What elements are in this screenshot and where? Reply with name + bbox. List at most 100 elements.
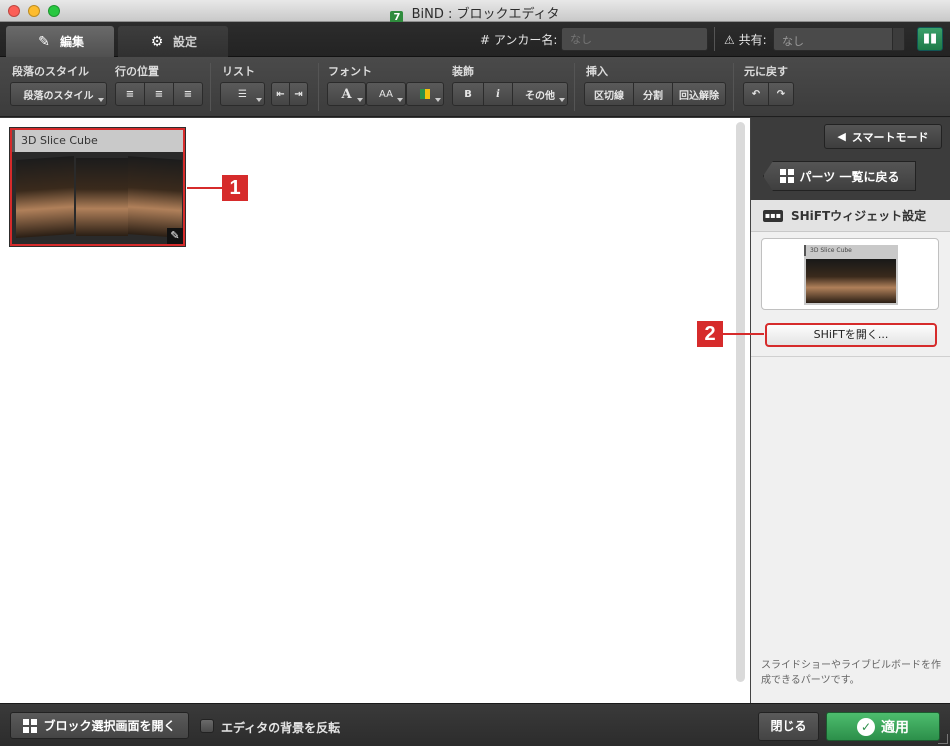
open-block-select-label: ブロック選択画面を開く bbox=[43, 719, 176, 733]
share-select-value: なし bbox=[782, 35, 804, 48]
outdent-icon: ⇤ bbox=[276, 88, 285, 100]
widget-settings-icon[interactable]: ✎ bbox=[167, 228, 183, 244]
outdent-button[interactable]: ⇤ bbox=[271, 82, 290, 106]
font-size-label: AA bbox=[379, 88, 393, 100]
right-panel: ◀ スマートモード パーツ 一覧に戻る ▪▪▪ SHiFTウィジェット設定 3D… bbox=[750, 118, 950, 703]
align-center-icon: ≡ bbox=[154, 88, 164, 100]
bottom-bar: ブロック選択画面を開く エディタの背景を反転 閉じる ✓ 適用 bbox=[0, 703, 950, 746]
open-block-select-button[interactable]: ブロック選択画面を開く bbox=[10, 712, 189, 739]
tab-bar-divider bbox=[714, 27, 715, 51]
font-size-dropdown[interactable]: AA bbox=[366, 82, 406, 106]
toolbar-divider bbox=[210, 63, 211, 111]
editor-scrollbar[interactable] bbox=[736, 122, 745, 682]
tab-edit[interactable]: ✎ 編集 bbox=[6, 26, 114, 57]
shift-widget-block[interactable]: 3D Slice Cube ✎ bbox=[9, 127, 186, 247]
widget-description: スライドショーやライブビルボードを作成できるパーツです。 bbox=[761, 660, 941, 686]
editor-canvas[interactable]: 3D Slice Cube ✎ 1 bbox=[0, 118, 750, 703]
share-select[interactable]: なし bbox=[773, 27, 905, 51]
tab-settings-label: 設定 bbox=[172, 35, 197, 49]
resize-grip-icon[interactable] bbox=[938, 734, 948, 744]
widget-title: 3D Slice Cube bbox=[12, 130, 183, 152]
format-toolbar: 段落のスタイル 行の位置 リスト フォント 装飾 挿入 元に戻す 段落のスタイル… bbox=[0, 57, 950, 117]
apply-label: 適用 bbox=[881, 719, 909, 736]
align-center-button[interactable]: ≡ bbox=[144, 82, 174, 106]
align-right-icon: ≡ bbox=[183, 88, 193, 100]
paragraph-style-dropdown[interactable]: 段落のスタイル bbox=[10, 82, 107, 106]
open-shift-button[interactable]: SHiFTを開く... bbox=[765, 323, 937, 347]
smart-mode-label: スマートモード bbox=[851, 130, 929, 144]
group-label-font: フォント bbox=[328, 65, 372, 78]
group-label-list: リスト bbox=[222, 65, 255, 78]
shift-settings-header: ▪▪▪ SHiFTウィジェット設定 bbox=[751, 200, 950, 232]
chevron-down-icon bbox=[256, 98, 262, 102]
callout-badge-1: 1 bbox=[222, 175, 248, 201]
group-label-insert: 挿入 bbox=[586, 65, 608, 78]
callout-badge-2: 2 bbox=[697, 321, 723, 347]
other-decoration-label: その他 bbox=[525, 90, 555, 102]
apply-button[interactable]: ✓ 適用 bbox=[826, 712, 940, 741]
back-to-parts-label: パーツ 一覧に戻る bbox=[799, 169, 900, 184]
toolbar-divider bbox=[733, 63, 734, 111]
smart-mode-button[interactable]: ◀ スマートモード bbox=[824, 124, 942, 149]
group-label-decoration: 装飾 bbox=[452, 65, 474, 78]
grid-icon bbox=[779, 169, 794, 183]
bullet-list-icon: ☰ bbox=[238, 88, 247, 100]
indent-button[interactable]: ⇥ bbox=[289, 82, 308, 106]
anchor-name-input[interactable] bbox=[561, 27, 708, 51]
shift-settings-title: SHiFTウィジェット設定 bbox=[791, 209, 927, 223]
align-left-button[interactable]: ≡ bbox=[115, 82, 145, 106]
list-style-dropdown[interactable]: ☰ bbox=[220, 82, 265, 106]
align-right-button[interactable]: ≡ bbox=[173, 82, 203, 106]
callout-line-2 bbox=[722, 333, 764, 335]
font-letter-icon: A bbox=[341, 86, 352, 102]
toolbar-divider bbox=[574, 63, 575, 111]
invert-background-checkbox[interactable] bbox=[200, 719, 214, 733]
share-label-text: 共有: bbox=[738, 33, 767, 47]
redo-icon: ↷ bbox=[776, 88, 786, 100]
split-button[interactable]: 分割 bbox=[633, 82, 673, 106]
tab-settings[interactable]: ⚙ 設定 bbox=[118, 26, 228, 57]
bold-button[interactable]: B bbox=[452, 82, 484, 106]
window-title: BiND : ブロックエディタ bbox=[411, 7, 560, 22]
toolbar-divider bbox=[318, 63, 319, 111]
arrow-left-icon: ◀ bbox=[837, 130, 846, 143]
cube-image-center bbox=[76, 158, 128, 236]
group-label-line-position: 行の位置 bbox=[115, 65, 159, 78]
thumbnail-title: 3D Slice Cube bbox=[804, 245, 898, 256]
callout-line-1 bbox=[187, 187, 223, 189]
group-label-undo: 元に戻す bbox=[744, 65, 788, 78]
widget-thumbnail: 3D Slice Cube bbox=[804, 245, 898, 305]
share-label: ⚠ 共有: bbox=[724, 31, 767, 48]
align-left-icon: ≡ bbox=[125, 88, 135, 100]
redo-button[interactable]: ↷ bbox=[768, 82, 794, 106]
font-family-dropdown[interactable]: A bbox=[327, 82, 366, 106]
chevron-down-icon bbox=[98, 98, 104, 102]
italic-button[interactable]: i bbox=[483, 82, 513, 106]
cube-image-left bbox=[16, 155, 74, 239]
share-icon: ⚠ bbox=[724, 33, 739, 47]
close-button[interactable]: 閉じる bbox=[758, 712, 819, 741]
chevron-down-icon bbox=[559, 98, 565, 102]
undo-button[interactable]: ↶ bbox=[743, 82, 769, 106]
indent-icon: ⇥ bbox=[294, 88, 303, 100]
tab-edit-label: 編集 bbox=[59, 35, 84, 49]
book-icon[interactable]: ▮▮ bbox=[917, 27, 943, 51]
clear-float-button[interactable]: 回込解除 bbox=[672, 82, 726, 106]
other-decoration-dropdown[interactable]: その他 bbox=[512, 82, 568, 106]
cube-image-right bbox=[128, 156, 182, 238]
right-panel-top: ◀ スマートモード パーツ 一覧に戻る bbox=[751, 118, 950, 200]
insert-divider-button[interactable]: 区切線 bbox=[584, 82, 634, 106]
chevron-down-icon bbox=[435, 98, 441, 102]
chevron-down-icon bbox=[357, 98, 363, 102]
pencil-icon: ✎ bbox=[38, 33, 50, 50]
widget-thumbnail-box: 3D Slice Cube bbox=[761, 238, 939, 310]
chevron-down-icon bbox=[397, 98, 403, 102]
group-label-paragraph-style: 段落のスタイル bbox=[12, 65, 89, 78]
grid-icon bbox=[23, 718, 38, 733]
text-color-dropdown[interactable] bbox=[406, 82, 444, 106]
paragraph-style-dropdown-label: 段落のスタイル bbox=[23, 90, 94, 102]
gear-icon: ⚙ bbox=[150, 33, 164, 50]
color-swatch-icon bbox=[420, 89, 430, 99]
back-to-parts-button[interactable]: パーツ 一覧に戻る bbox=[763, 161, 916, 191]
invert-background-label: エディタの背景を反転 bbox=[221, 721, 341, 735]
